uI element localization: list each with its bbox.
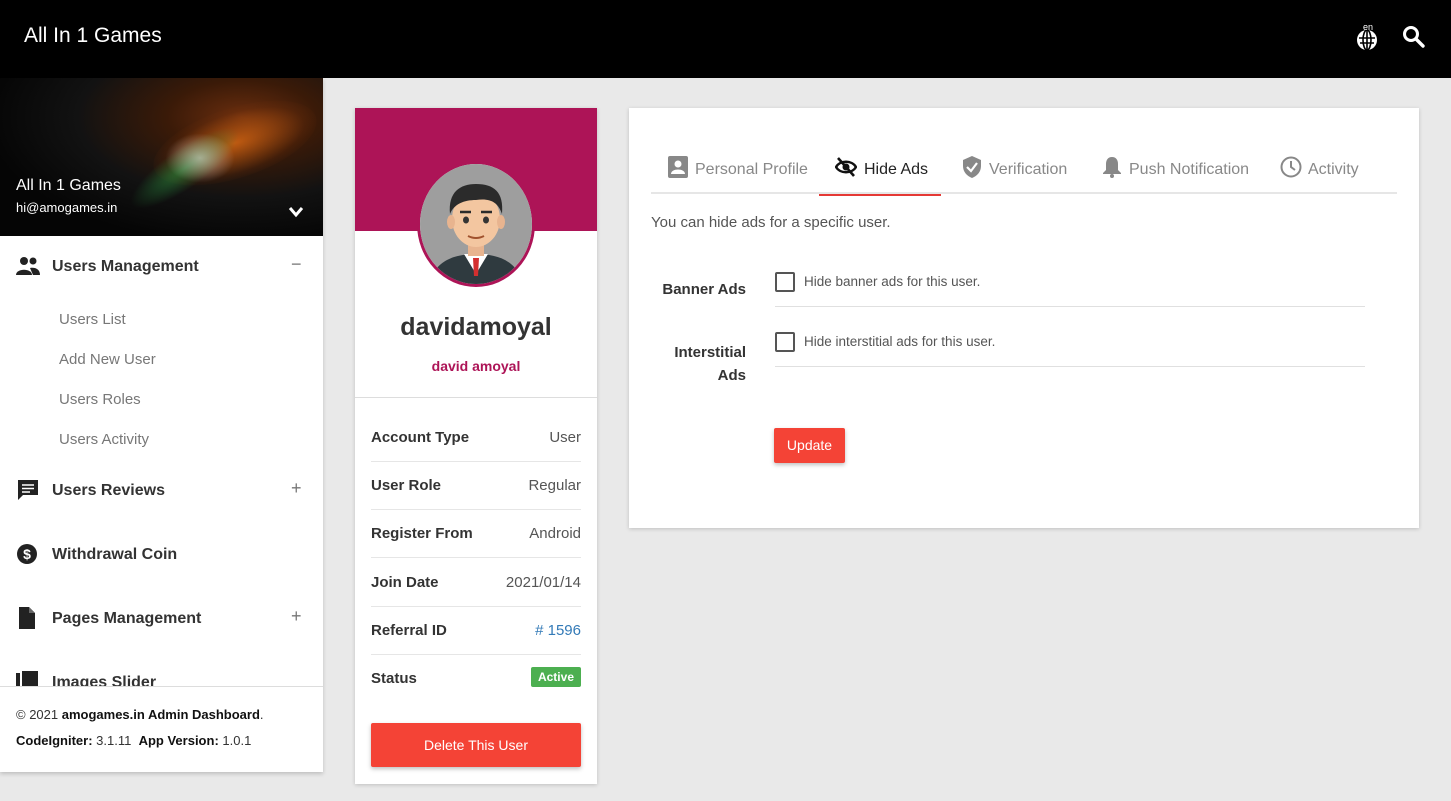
copyright-period: .: [259, 707, 264, 722]
tab-personal-profile[interactable]: Personal Profile: [667, 148, 808, 194]
interstitial-ads-row: Hide interstitial ads for this user.: [775, 332, 1365, 367]
info-row-referral-id: Referral ID # 1596: [371, 607, 581, 655]
contact-icon: [668, 156, 688, 178]
expand-toggle[interactable]: +: [291, 606, 302, 627]
info-row-user-role: User Role Regular: [371, 462, 581, 510]
tab-label: Activity: [1308, 161, 1359, 178]
profile-full-name: david amoyal: [431, 358, 521, 374]
copyright-prefix: © 2021: [16, 707, 62, 722]
menu-item-label: Users Reviews: [52, 482, 165, 499]
svg-text:$: $: [23, 546, 31, 562]
tab-label: Personal Profile: [695, 161, 808, 178]
copyright-line: © 2021 amogames.in Admin Dashboard.: [16, 707, 307, 722]
referral-id-link[interactable]: # 1596: [535, 622, 581, 639]
interstitial-ads-label: Interstitial Ads: [651, 341, 746, 387]
collapse-toggle[interactable]: −: [291, 254, 302, 275]
submenu-item-add-new-user[interactable]: Add New User: [59, 351, 156, 368]
profile-tabs: Personal Profile Hide Ads Verification P…: [651, 148, 1397, 196]
submenu-item-users-roles[interactable]: Users Roles: [59, 391, 141, 408]
framework-version: 3.1.11: [92, 733, 132, 748]
update-button[interactable]: Update: [774, 428, 845, 463]
menu-item-label: Pages Management: [52, 610, 202, 627]
top-bar: All In 1 Games en: [0, 0, 1451, 78]
info-row-register-from: Register From Android: [371, 510, 581, 558]
chevron-down-icon: [288, 207, 304, 218]
info-key: Join Date: [371, 574, 439, 591]
verified-shield-icon: [963, 156, 981, 178]
bell-icon: [1103, 157, 1121, 178]
hide-ads-panel: Personal Profile Hide Ads Verification P…: [629, 108, 1419, 528]
status-badge: Active: [530, 667, 581, 687]
banner-ads-label: Banner Ads: [662, 281, 746, 298]
header-background-white: [165, 133, 235, 183]
info-key: Register From: [371, 525, 473, 542]
delete-user-button[interactable]: Delete This User: [371, 723, 581, 767]
avatar-illustration: [420, 164, 532, 284]
tab-activity[interactable]: Activity: [1280, 148, 1380, 194]
tab-label: Verification: [989, 161, 1068, 178]
brand-name: amogames.in Admin Dashboard: [61, 707, 260, 722]
hide-banner-ads-label[interactable]: Hide banner ads for this user.: [804, 274, 980, 289]
menu-item-label: Users Management: [52, 258, 199, 275]
info-key: Referral ID: [371, 622, 447, 639]
sidebar-user-title: All In 1 Games: [16, 177, 121, 194]
submenu-item-users-list[interactable]: Users List: [59, 311, 126, 328]
account-menu-toggle[interactable]: [287, 205, 305, 219]
language-button[interactable]: en: [1354, 22, 1382, 52]
tab-label: Push Notification: [1129, 161, 1250, 178]
tab-hide-ads[interactable]: Hide Ads: [819, 148, 941, 196]
tab-label: Hide Ads: [864, 161, 929, 178]
menu-item-users-reviews[interactable]: Users Reviews +: [0, 466, 323, 514]
sidebar-user-email: hi@amogames.in: [16, 200, 118, 215]
avatar: [417, 161, 535, 287]
hide-interstitial-ads-checkbox[interactable]: [775, 332, 795, 352]
banner-ads-row: Hide banner ads for this user.: [775, 272, 1365, 307]
menu-item-users-management[interactable]: Users Management −: [0, 242, 323, 290]
tab-verification[interactable]: Verification: [961, 148, 1091, 194]
submenu-item-users-activity[interactable]: Users Activity: [59, 431, 149, 448]
app-version: 1.0.1: [218, 733, 252, 748]
comment-icon: [18, 480, 38, 500]
people-icon: [16, 257, 40, 275]
info-value: 2021/01/14: [505, 574, 581, 591]
page-icon: [19, 607, 35, 629]
hide-interstitial-ads-label[interactable]: Hide interstitial ads for this user.: [804, 334, 995, 349]
profile-card: davidamoyal david amoyal Account Type Us…: [355, 108, 597, 784]
version-line: CodeIgniter: 3.1.11 App Version: 1.0.1: [16, 733, 307, 748]
framework-label: CodeIgniter:: [16, 733, 93, 748]
hide-banner-ads-checkbox[interactable]: [775, 272, 795, 292]
info-value: User: [549, 429, 581, 446]
info-value: Android: [529, 525, 581, 542]
sidebar: All In 1 Games hi@amogames.in Users Mana…: [0, 78, 323, 772]
menu-item-withdrawal-coin[interactable]: $ Withdrawal Coin: [0, 530, 323, 578]
profile-divider: [355, 397, 597, 398]
info-value: Regular: [528, 477, 581, 494]
menu-item-label: Withdrawal Coin: [52, 546, 178, 563]
info-key: User Role: [371, 477, 442, 494]
interstitial-label-line2: Ads: [717, 367, 746, 384]
info-key: Status: [371, 670, 417, 687]
dollar-icon: $: [17, 544, 37, 564]
info-row-join-date: Join Date 2021/01/14: [371, 559, 581, 607]
language-code: en: [1363, 22, 1374, 32]
tab-push-notification[interactable]: Push Notification: [1101, 148, 1271, 194]
eye-off-icon: [835, 157, 857, 177]
search-icon: [1403, 26, 1425, 48]
app-title: All In 1 Games: [24, 24, 162, 47]
info-row-status: Status Active: [371, 655, 581, 703]
info-row-account-type: Account Type User: [371, 414, 581, 462]
clock-icon: [1280, 156, 1302, 178]
hide-ads-description: You can hide ads for a specific user.: [651, 214, 891, 231]
expand-toggle[interactable]: +: [291, 478, 302, 499]
search-button[interactable]: [1401, 24, 1427, 50]
interstitial-label-line1: Interstitial: [674, 344, 746, 361]
sidebar-header: All In 1 Games hi@amogames.in: [0, 78, 323, 236]
info-key: Account Type: [371, 429, 470, 446]
sidebar-footer: © 2021 amogames.in Admin Dashboard. Code…: [0, 686, 323, 772]
app-version-label: App Version:: [138, 733, 219, 748]
profile-username: davidamoyal: [400, 313, 552, 341]
menu-item-pages-management[interactable]: Pages Management +: [0, 594, 323, 642]
